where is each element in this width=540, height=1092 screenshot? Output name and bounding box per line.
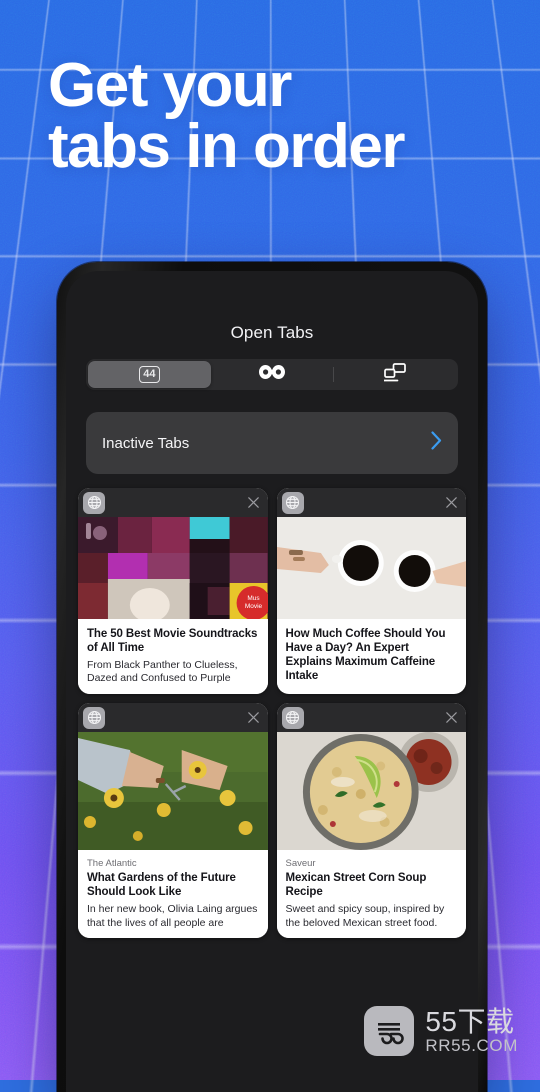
tab-card-header (78, 488, 268, 517)
open-tabs-grid: Mus Movie The 50 Best Movie Soundtracks … (66, 474, 478, 938)
close-icon[interactable] (444, 495, 459, 510)
watermark-title: 55下载 (425, 1007, 518, 1036)
tab-card[interactable]: The Atlantic What Gardens of the Future … (78, 703, 268, 938)
synced-devices-icon (384, 363, 406, 387)
tab-description: Sweet and spicy soup, inspired by the be… (286, 903, 458, 929)
page-title: Get your tabs in order (48, 56, 508, 178)
tab-card[interactable]: Mus Movie The 50 Best Movie Soundtracks … (78, 488, 268, 694)
inactive-tabs-label: Inactive Tabs (102, 435, 189, 452)
segment-private-tabs[interactable] (211, 361, 334, 388)
tab-source: The Atlantic (87, 858, 259, 869)
watermark-url: RR55.COM (425, 1037, 518, 1055)
tab-title: How Much Coffee Should You Have a Day? A… (286, 627, 458, 683)
tab-card-body: Saveur Mexican Street Corn Soup Recipe S… (277, 850, 467, 938)
tab-description: From Black Panther to Clueless, Dazed an… (87, 659, 259, 685)
tab-thumbnail (277, 517, 467, 619)
tab-thumbnail (78, 732, 268, 850)
globe-icon (83, 707, 105, 729)
tab-description: In her new book, Olivia Laing argues tha… (87, 903, 259, 929)
tab-card-header (78, 703, 268, 732)
tab-thumbnail: Mus Movie (78, 517, 268, 619)
segment-normal-tabs[interactable]: 44 (88, 361, 211, 388)
segment-synced-tabs[interactable] (333, 361, 456, 388)
globe-icon (83, 492, 105, 514)
tab-title: Mexican Street Corn Soup Recipe (286, 871, 458, 899)
headline-line-1: Get your (48, 51, 291, 120)
headline-line-2: tabs in order (48, 117, 508, 178)
tab-card-header (277, 488, 467, 517)
tab-source: Saveur (286, 858, 458, 869)
tab-card-body: How Much Coffee Should You Have a Day? A… (277, 619, 467, 692)
tab-card[interactable]: Saveur Mexican Street Corn Soup Recipe S… (277, 703, 467, 938)
watermark: 55下载 RR55.COM (364, 1006, 518, 1056)
tab-thumbnail (277, 732, 467, 850)
phone-screen: Open Tabs 44 Inactive Tabs Mus Movie The… (66, 271, 478, 1092)
tab-tray-segmented-control[interactable]: 44 (86, 359, 458, 390)
tab-card-header (277, 703, 467, 732)
watermark-text: 55下载 RR55.COM (425, 1007, 518, 1054)
tab-card[interactable]: How Much Coffee Should You Have a Day? A… (277, 488, 467, 694)
globe-icon (282, 492, 304, 514)
tab-card-body: The Atlantic What Gardens of the Future … (78, 850, 268, 938)
svg-text:Mus: Mus (247, 595, 260, 602)
tab-count-badge: 44 (139, 366, 160, 383)
phone-mockup: Open Tabs 44 Inactive Tabs Mus Movie The… (57, 262, 487, 1092)
inactive-tabs-row[interactable]: Inactive Tabs (86, 412, 458, 474)
watermark-logo-icon (364, 1006, 414, 1056)
close-icon[interactable] (246, 495, 261, 510)
private-mask-icon (259, 365, 285, 384)
tab-title: The 50 Best Movie Soundtracks of All Tim… (87, 627, 259, 655)
close-icon[interactable] (444, 710, 459, 725)
tab-title: What Gardens of the Future Should Look L… (87, 871, 259, 899)
globe-icon (282, 707, 304, 729)
close-icon[interactable] (246, 710, 261, 725)
chevron-right-icon[interactable] (431, 431, 442, 455)
tab-card-body: The 50 Best Movie Soundtracks of All Tim… (78, 619, 268, 694)
screen-title: Open Tabs (66, 271, 478, 359)
svg-text:Movie: Movie (245, 603, 263, 610)
